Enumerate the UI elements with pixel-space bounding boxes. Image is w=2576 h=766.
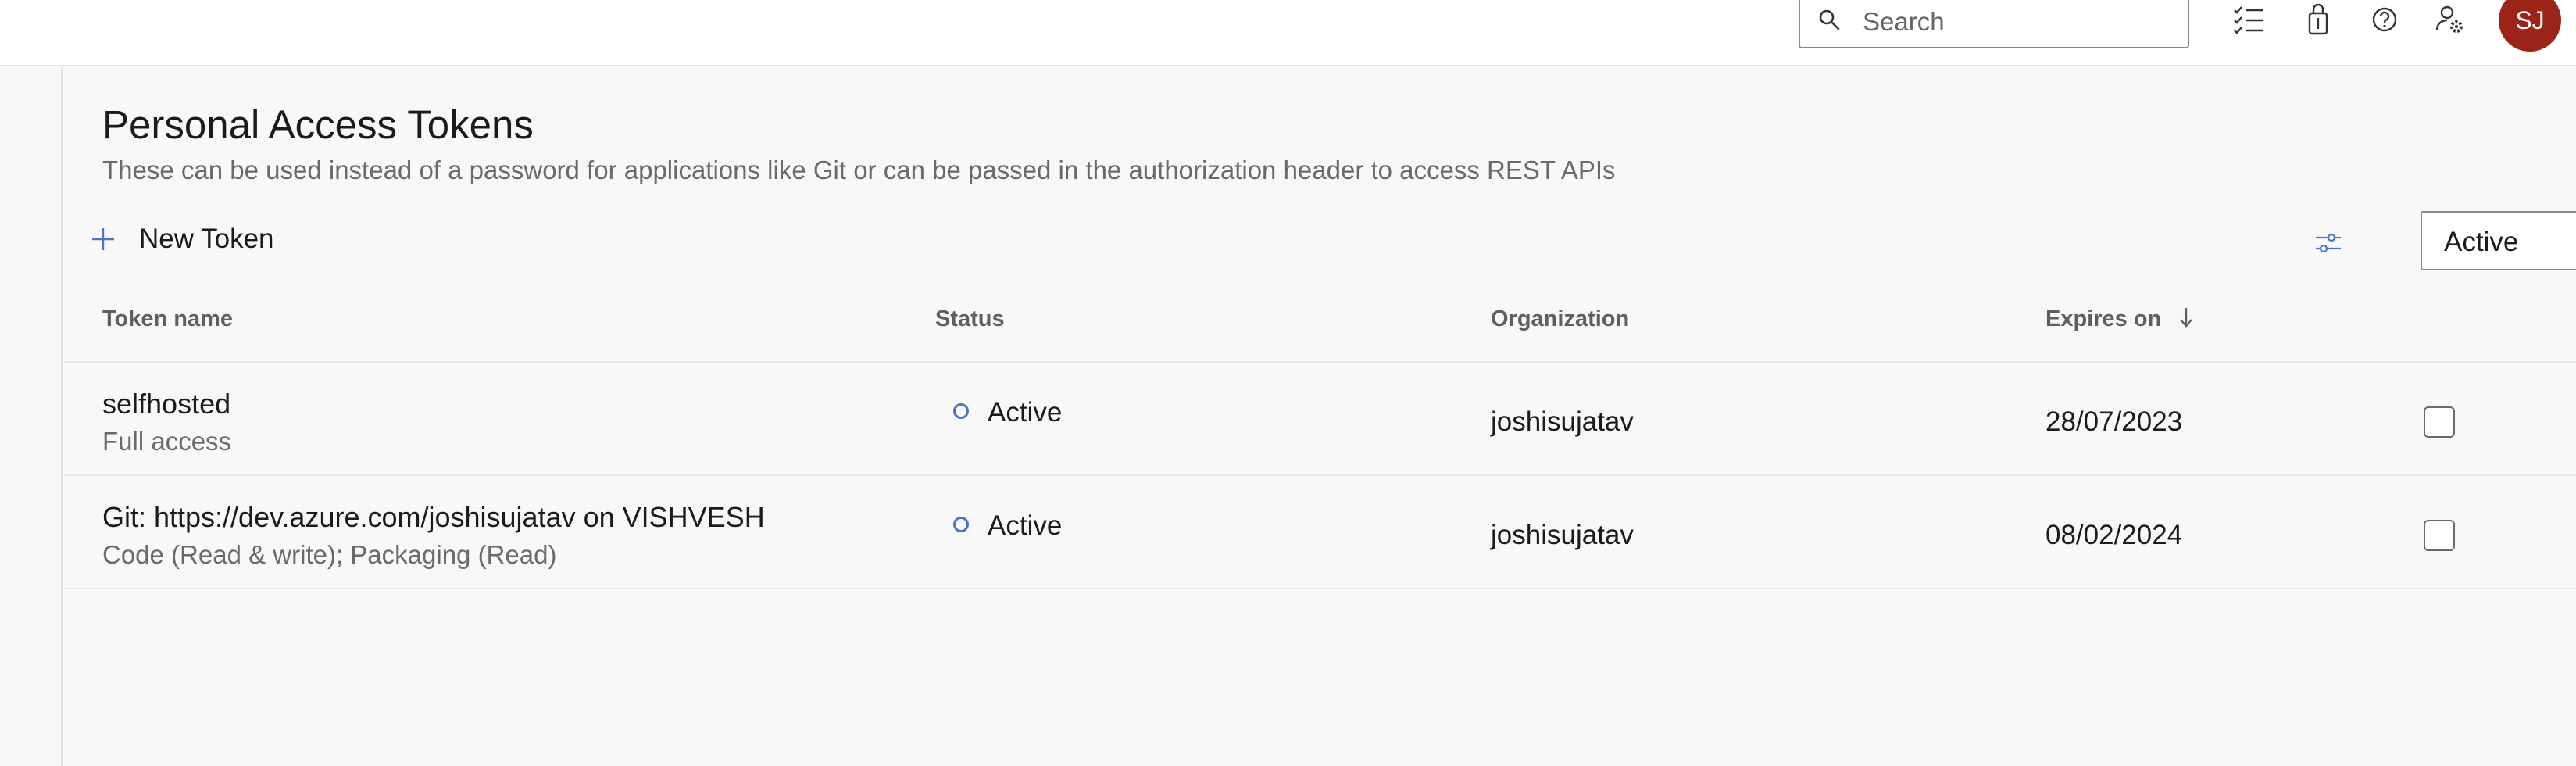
token-name[interactable]: Git: https://dev.azure.com/joshisujatav … [102, 501, 765, 534]
token-organization: joshisujatav [1491, 406, 1634, 437]
token-status: Active [953, 510, 1062, 542]
table-row[interactable]: Git: https://dev.azure.com/joshisujatav … [64, 476, 2576, 589]
token-scope: Full access [102, 427, 232, 456]
token-organization: joshisujatav [1491, 520, 1634, 550]
new-token-button[interactable]: New Token [91, 216, 274, 263]
status-dot-icon [953, 517, 969, 532]
status-filter-dropdown[interactable]: Active [2421, 211, 2576, 270]
status-text: Active [988, 397, 1063, 428]
row-checkbox[interactable] [2424, 406, 2455, 438]
status-filter-value: Active [2444, 227, 2519, 257]
search-icon [1819, 9, 1840, 30]
command-bar: New Token Active [63, 211, 2576, 275]
tokens-table: Token name Status Organization Expires o… [64, 275, 2576, 589]
table-row[interactable]: selfhosted Full access Active joshisujat… [64, 363, 2576, 476]
page-title: Personal Access Tokens [102, 102, 534, 147]
column-header-token-name[interactable]: Token name [102, 306, 233, 332]
top-bar: Search SJ [0, 0, 2576, 66]
sort-descending-icon [2180, 308, 2193, 328]
left-rail [0, 67, 63, 766]
plus-icon [92, 228, 114, 250]
search-placeholder: Search [1863, 7, 1945, 36]
column-header-organization[interactable]: Organization [1491, 306, 1629, 332]
avatar[interactable]: SJ [2499, 0, 2561, 52]
token-expires: 28/07/2023 [2045, 406, 2183, 437]
token-scope: Code (Read & write); Packaging (Read) [102, 540, 557, 569]
page-subtitle: These can be used instead of a password … [102, 156, 1616, 184]
user-settings-icon[interactable] [2431, 2, 2469, 40]
row-checkbox[interactable] [2424, 520, 2455, 551]
new-token-label: New Token [139, 224, 274, 254]
status-dot-icon [953, 403, 969, 419]
search-box[interactable]: Search [1799, 0, 2189, 48]
shopping-bag-icon[interactable] [2300, 2, 2338, 40]
token-expires: 08/02/2024 [2045, 520, 2183, 550]
status-text: Active [988, 510, 1063, 541]
expires-on-label: Expires on [2045, 306, 2162, 331]
token-status: Active [953, 397, 1062, 428]
column-header-status[interactable]: Status [935, 306, 1005, 332]
filter-icon[interactable] [2313, 228, 2344, 260]
table-header: Token name Status Organization Expires o… [64, 275, 2576, 363]
help-icon[interactable] [2366, 2, 2403, 40]
task-list-icon[interactable] [2230, 2, 2267, 40]
token-name[interactable]: selfhosted [102, 388, 230, 421]
column-header-expires-on[interactable]: Expires on [2045, 306, 2195, 332]
